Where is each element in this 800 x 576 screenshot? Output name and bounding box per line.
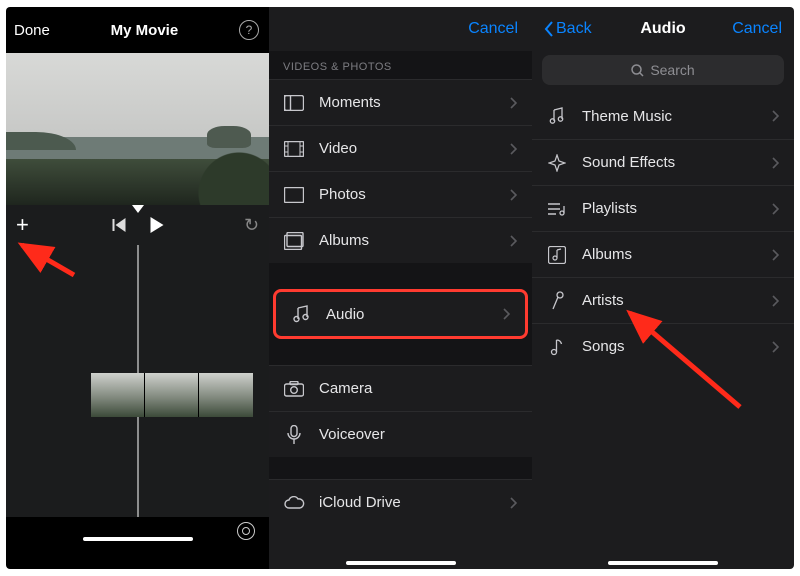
row-photos[interactable]: Photos xyxy=(269,171,532,217)
cancel-button[interactable]: Cancel xyxy=(732,20,782,38)
music-note-icon xyxy=(546,107,568,125)
add-media-button[interactable]: + xyxy=(16,214,29,236)
row-artists[interactable]: Artists xyxy=(532,277,794,323)
editor-panel: Done My Movie ? + ↺ xyxy=(6,7,269,569)
microphone-icon xyxy=(283,425,305,445)
row-label: Playlists xyxy=(582,200,772,217)
media-picker-panel: Cancel VIDEOS & PHOTOS Moments Video Pho… xyxy=(269,7,532,569)
camera-icon xyxy=(283,381,305,397)
audio-topbar: Back Audio Cancel xyxy=(532,7,794,51)
timeline[interactable] xyxy=(6,245,269,545)
albums-icon xyxy=(283,232,305,250)
cancel-button[interactable]: Cancel xyxy=(468,20,518,38)
photos-icon xyxy=(283,187,305,203)
chevron-right-icon xyxy=(772,157,780,169)
playlist-icon xyxy=(546,202,568,216)
row-label: Artists xyxy=(582,292,772,309)
row-albums[interactable]: Albums xyxy=(269,217,532,263)
play-icon[interactable] xyxy=(150,217,163,233)
audio-panel: Back Audio Cancel Search Theme Music Sou… xyxy=(532,7,794,569)
project-title: My Movie xyxy=(111,22,179,39)
home-indicator xyxy=(608,561,718,565)
row-label: Video xyxy=(319,140,510,157)
chevron-right-icon xyxy=(510,189,518,201)
clip-thumb[interactable] xyxy=(199,373,253,417)
picker-topbar: Cancel xyxy=(269,7,532,51)
single-note-icon xyxy=(546,338,568,356)
row-icloud[interactable]: iCloud Drive xyxy=(269,479,532,525)
back-label: Back xyxy=(556,20,592,38)
row-theme-music[interactable]: Theme Music xyxy=(532,93,794,139)
clip-thumb[interactable] xyxy=(91,373,145,417)
search-field[interactable]: Search xyxy=(542,55,784,85)
search-placeholder: Search xyxy=(650,62,694,78)
audio-title: Audio xyxy=(640,20,685,38)
row-camera[interactable]: Camera xyxy=(269,365,532,411)
chevron-right-icon xyxy=(503,308,511,320)
row-moments[interactable]: Moments xyxy=(269,79,532,125)
cloud-icon xyxy=(283,496,305,510)
row-label: iCloud Drive xyxy=(319,494,510,511)
clip-thumb[interactable] xyxy=(145,373,199,417)
chevron-right-icon xyxy=(772,203,780,215)
playhead-caret-icon xyxy=(132,205,144,213)
done-button[interactable]: Done xyxy=(14,22,50,39)
skip-back-icon[interactable] xyxy=(112,218,126,232)
row-songs[interactable]: Songs xyxy=(532,323,794,369)
chevron-left-icon xyxy=(544,21,554,37)
chevron-right-icon xyxy=(510,143,518,155)
video-icon xyxy=(283,141,305,157)
row-sound-effects[interactable]: Sound Effects xyxy=(532,139,794,185)
player-controls: + ↺ xyxy=(6,205,269,245)
moments-icon xyxy=(283,95,305,111)
video-preview[interactable] xyxy=(6,53,269,205)
row-label: Songs xyxy=(582,338,772,355)
help-icon[interactable]: ? xyxy=(239,20,259,40)
row-albums[interactable]: Albums xyxy=(532,231,794,277)
chevron-right-icon xyxy=(772,110,780,122)
clip-strip[interactable] xyxy=(91,373,253,417)
undo-icon[interactable]: ↺ xyxy=(244,215,259,236)
row-label: Sound Effects xyxy=(582,154,772,171)
row-label: Moments xyxy=(319,94,510,111)
editor-topbar: Done My Movie ? xyxy=(6,7,269,53)
chevron-right-icon xyxy=(772,341,780,353)
search-icon xyxy=(631,64,644,77)
row-label: Audio xyxy=(326,306,503,323)
row-label: Photos xyxy=(319,186,510,203)
album-note-icon xyxy=(546,246,568,264)
row-playlists[interactable]: Playlists xyxy=(532,185,794,231)
settings-gear-icon[interactable] xyxy=(237,522,255,540)
row-voiceover[interactable]: Voiceover xyxy=(269,411,532,457)
chevron-right-icon xyxy=(772,295,780,307)
music-note-icon xyxy=(290,305,312,323)
chevron-right-icon xyxy=(510,235,518,247)
section-header-videos-photos: VIDEOS & PHOTOS xyxy=(269,51,532,79)
back-button[interactable]: Back xyxy=(544,20,592,38)
chevron-right-icon xyxy=(772,249,780,261)
chevron-right-icon xyxy=(510,97,518,109)
sparkle-icon xyxy=(546,154,568,172)
row-label: Albums xyxy=(582,246,772,263)
row-label: Camera xyxy=(319,380,518,397)
row-label: Voiceover xyxy=(319,426,518,443)
row-video[interactable]: Video xyxy=(269,125,532,171)
row-label: Albums xyxy=(319,232,510,249)
chevron-right-icon xyxy=(510,497,518,509)
home-indicator xyxy=(346,561,456,565)
home-indicator xyxy=(83,537,193,541)
row-audio[interactable]: Audio xyxy=(273,289,528,339)
mic-stand-icon xyxy=(546,291,568,311)
row-label: Theme Music xyxy=(582,108,772,125)
